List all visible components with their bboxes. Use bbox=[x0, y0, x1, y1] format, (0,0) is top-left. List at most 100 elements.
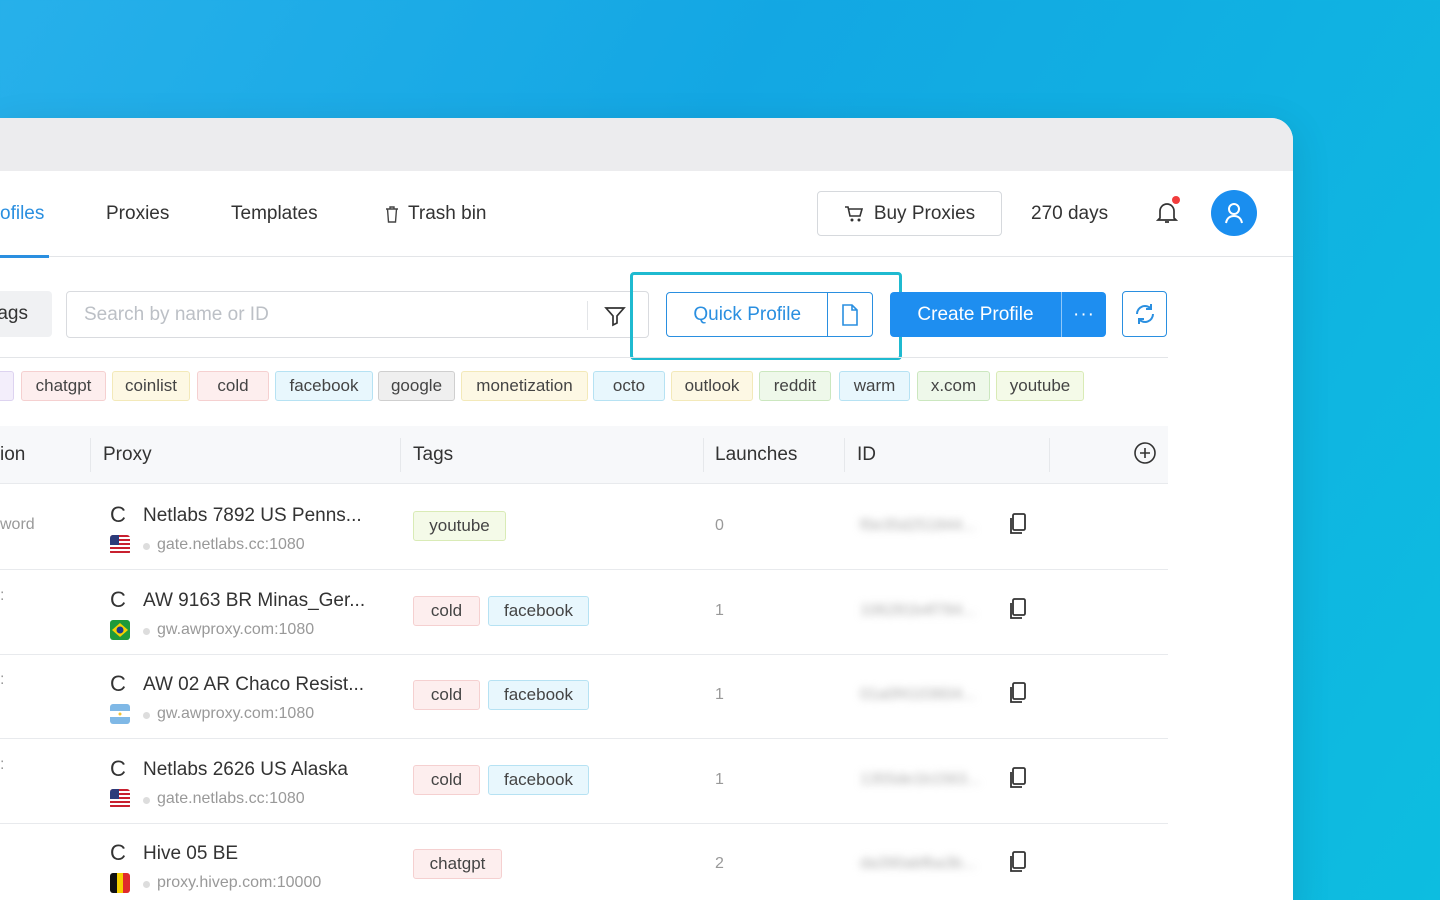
proxy-reload-icon[interactable]: C bbox=[110, 671, 126, 697]
copy-icon[interactable] bbox=[1009, 851, 1027, 873]
table-row[interactable]: : C AW 02 AR Chaco Resist... gw.awproxy.… bbox=[0, 654, 1168, 739]
row-tag[interactable]: facebook bbox=[488, 595, 589, 626]
filter-icon[interactable] bbox=[604, 305, 626, 327]
proxy-reload-icon[interactable]: C bbox=[110, 502, 126, 528]
row-tag[interactable]: facebook bbox=[488, 764, 589, 795]
proxy-host: gate.netlabs.cc:1080 bbox=[157, 789, 305, 807]
copy-icon[interactable] bbox=[1009, 682, 1027, 704]
table-header: ion Proxy Tags Launches ID bbox=[0, 426, 1168, 484]
table-row[interactable]: C Hive 05 BE proxy.hivep.com:10000 chatg… bbox=[0, 823, 1168, 900]
tab-trash-bin[interactable]: Trash bin bbox=[385, 171, 487, 257]
proxy-host: gw.awproxy.com:1080 bbox=[157, 705, 315, 722]
proxy-name[interactable]: AW 02 AR Chaco Resist... bbox=[143, 674, 364, 696]
profile-id: 106281b4f784... bbox=[860, 601, 976, 619]
tab-trash-label: Trash bin bbox=[408, 203, 487, 224]
profile-id: f0e35d251844... bbox=[860, 517, 976, 534]
proxy-host: gw.awproxy.com:1080 bbox=[157, 620, 315, 638]
document-icon bbox=[842, 303, 859, 326]
row-tag[interactable]: cold bbox=[413, 680, 480, 710]
column-header-launches[interactable]: Launches bbox=[715, 426, 797, 484]
proxy-name[interactable]: Netlabs 7892 US Penns... bbox=[143, 505, 362, 527]
row-tag[interactable]: cold bbox=[413, 595, 480, 626]
column-header-id[interactable]: ID bbox=[857, 426, 876, 484]
toolbar: ags Quick Profile Create Profile ··· bbox=[0, 272, 1293, 360]
create-profile-button[interactable]: Create Profile ··· bbox=[890, 292, 1106, 337]
launches-count: 1 bbox=[715, 686, 724, 703]
tab-templates[interactable]: Templates bbox=[231, 171, 318, 257]
country-flag-icon bbox=[110, 619, 130, 640]
row-tag[interactable]: facebook bbox=[488, 680, 589, 710]
tag-chip[interactable]: x.com bbox=[917, 371, 990, 401]
row-tag[interactable]: cold bbox=[413, 764, 480, 795]
quick-profile-label: Quick Profile bbox=[693, 303, 802, 325]
proxy-name[interactable]: Netlabs 2626 US Alaska bbox=[143, 759, 348, 781]
proxy-name[interactable]: Hive 05 BE bbox=[143, 843, 238, 865]
quick-profile-file-button[interactable] bbox=[828, 303, 872, 326]
launches-count: 1 bbox=[715, 770, 724, 788]
tab-proxies[interactable]: Proxies bbox=[106, 171, 169, 257]
tab-profiles[interactable]: ofiles bbox=[0, 171, 50, 258]
column-divider bbox=[400, 438, 401, 472]
create-profile-more-button[interactable]: ··· bbox=[1062, 304, 1106, 326]
quick-profile-button[interactable]: Quick Profile bbox=[666, 292, 873, 337]
tab-profiles-label: ofiles bbox=[0, 203, 45, 224]
country-flag-icon bbox=[110, 873, 130, 893]
search-input[interactable] bbox=[67, 303, 587, 326]
create-profile-label: Create Profile bbox=[917, 303, 1034, 325]
tags-button[interactable]: ags bbox=[0, 291, 52, 337]
proxy-reload-icon[interactable]: C bbox=[110, 840, 126, 866]
table-row[interactable]: word C Netlabs 7892 US Penns... gate.net… bbox=[0, 485, 1168, 570]
tag-chip[interactable]: cold bbox=[197, 371, 269, 401]
proxy-reload-icon[interactable]: C bbox=[110, 587, 126, 613]
country-flag-icon bbox=[110, 788, 130, 809]
column-header-proxy[interactable]: Proxy bbox=[103, 426, 152, 484]
tags-button-label: ags bbox=[0, 303, 28, 324]
add-column-icon[interactable] bbox=[1132, 440, 1158, 466]
country-flag-icon bbox=[110, 535, 130, 555]
tag-chip-partial[interactable] bbox=[0, 371, 14, 401]
table-row[interactable]: : C Netlabs 2626 US Alaska gate.netlabs.… bbox=[0, 739, 1168, 824]
status-dot bbox=[143, 796, 150, 804]
buy-proxies-label: Buy Proxies bbox=[873, 202, 976, 224]
tab-proxies-label: Proxies bbox=[106, 203, 170, 224]
buy-proxies-button[interactable]: Buy Proxies bbox=[817, 191, 1002, 236]
search-box bbox=[66, 291, 649, 338]
bell-icon[interactable] bbox=[1156, 201, 1178, 225]
copy-icon[interactable] bbox=[1009, 597, 1027, 620]
refresh-button[interactable] bbox=[1122, 291, 1167, 337]
status-dot bbox=[143, 627, 150, 635]
tag-chip[interactable]: google bbox=[378, 371, 455, 401]
row-description: : bbox=[0, 671, 5, 688]
trash-icon bbox=[386, 206, 398, 223]
tag-chip[interactable]: monetization bbox=[461, 371, 588, 401]
table-row[interactable]: : C AW 9163 BR Minas_Ger... gw.awproxy.c… bbox=[0, 570, 1168, 655]
copy-icon[interactable] bbox=[1009, 513, 1027, 535]
tag-chip[interactable]: warm bbox=[839, 371, 910, 401]
column-header-name[interactable]: ion bbox=[0, 426, 25, 484]
tag-chip[interactable]: chatgpt bbox=[21, 371, 106, 401]
tag-chip[interactable]: reddit bbox=[759, 371, 831, 401]
tag-chip[interactable]: facebook bbox=[275, 371, 373, 401]
status-dot bbox=[143, 543, 150, 550]
status-dot bbox=[143, 881, 150, 888]
top-nav: ofiles Proxies Templates Trash bin Buy P… bbox=[0, 171, 1293, 258]
row-tag[interactable]: youtube bbox=[413, 511, 506, 541]
column-divider bbox=[1049, 438, 1050, 472]
tag-chip[interactable]: outlook bbox=[671, 371, 753, 401]
column-header-tags[interactable]: Tags bbox=[413, 426, 453, 484]
subscription-days: 270 days bbox=[1031, 203, 1109, 224]
tag-chip[interactable]: youtube bbox=[996, 371, 1084, 401]
search-divider bbox=[587, 301, 588, 330]
column-divider bbox=[703, 438, 704, 472]
proxy-reload-icon[interactable]: C bbox=[110, 756, 126, 782]
launches-count: 2 bbox=[715, 855, 724, 872]
row-tag[interactable]: chatgpt bbox=[413, 849, 502, 879]
copy-icon[interactable] bbox=[1009, 766, 1027, 789]
country-flag-icon bbox=[110, 704, 130, 724]
tag-chip[interactable]: coinlist bbox=[112, 371, 190, 401]
profile-id: da390abfba3b... bbox=[860, 855, 976, 872]
avatar[interactable] bbox=[1211, 190, 1257, 236]
toolbar-divider bbox=[0, 357, 1168, 358]
proxy-name[interactable]: AW 9163 BR Minas_Ger... bbox=[143, 590, 365, 612]
tag-chip[interactable]: octo bbox=[593, 371, 665, 401]
